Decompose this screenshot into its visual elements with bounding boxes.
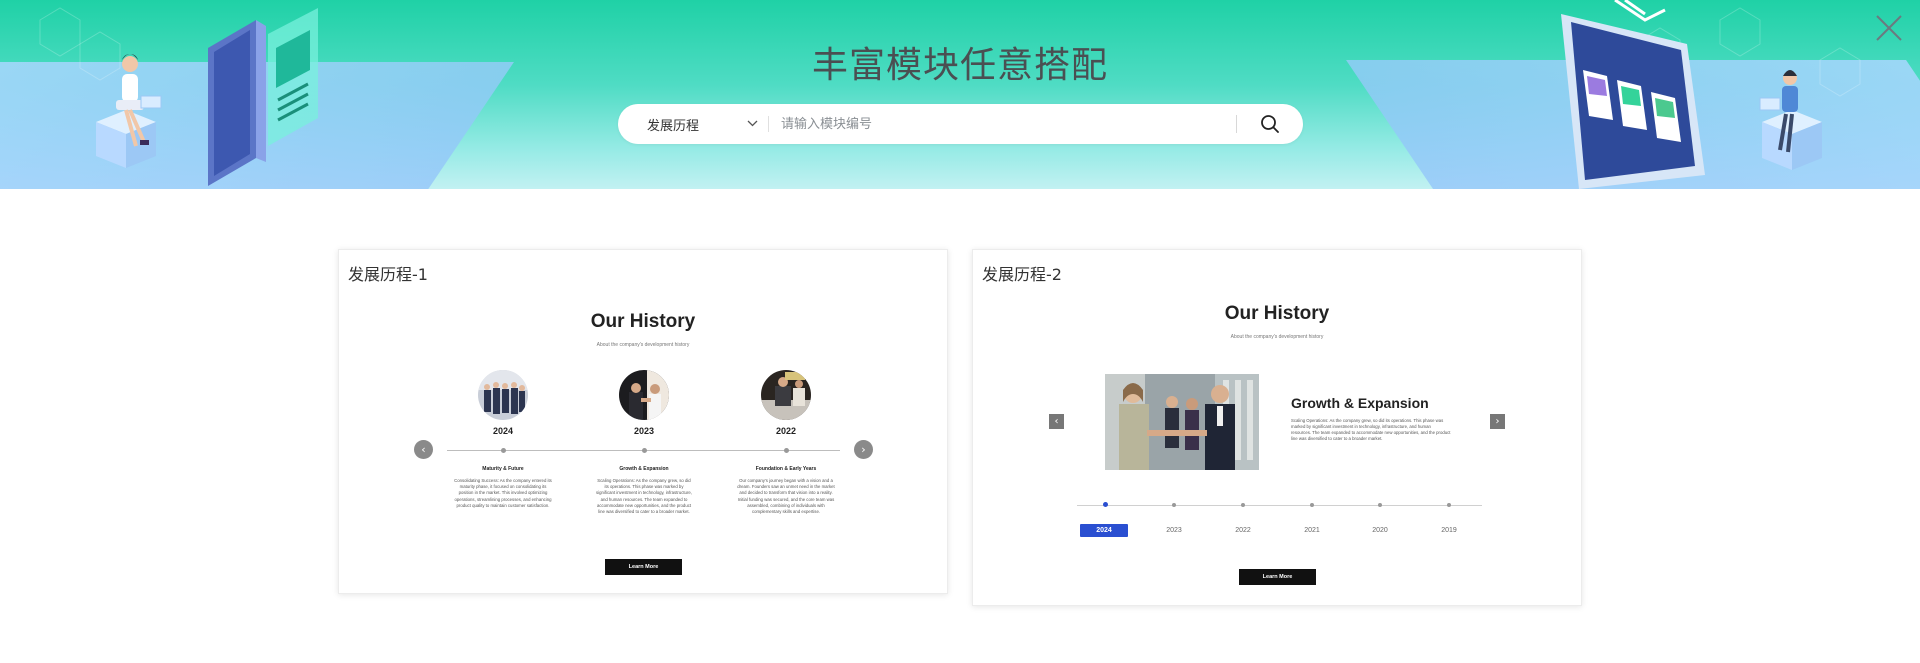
- timeline-dot: [1310, 503, 1314, 507]
- search-divider: [768, 116, 769, 132]
- prev-arrow-button[interactable]: ‹: [1049, 414, 1064, 429]
- history-subtitle: About the company's development history: [1230, 334, 1324, 340]
- search-bar: 发展历程: [618, 104, 1303, 144]
- year-tab[interactable]: 2021: [1288, 524, 1336, 537]
- chevron-down-icon: [747, 120, 758, 127]
- module-card-2[interactable]: 发展历程-2 Our History About the company's d…: [972, 249, 1582, 606]
- timeline-dot: [1378, 503, 1382, 507]
- module-number-input[interactable]: [781, 110, 1281, 138]
- next-arrow-button[interactable]: ›: [854, 440, 873, 459]
- card-label: 发展历程-1: [348, 265, 428, 284]
- learn-more-button[interactable]: Learn More: [1239, 569, 1316, 585]
- milestone-heading: Growth & Expansion: [1291, 395, 1429, 411]
- team-photo-2023: [619, 370, 669, 420]
- timeline-year: 2023: [633, 426, 655, 436]
- learn-more-button[interactable]: Learn More: [605, 559, 682, 575]
- team-photo-2024: [478, 370, 528, 420]
- timeline-year: 2022: [775, 426, 797, 436]
- category-select[interactable]: 发展历程: [618, 104, 768, 144]
- category-select-value: 发展历程: [647, 119, 700, 134]
- next-arrow-button[interactable]: ›: [1490, 414, 1505, 429]
- prev-arrow-button[interactable]: ‹: [414, 440, 433, 459]
- milestone-description: Our company's journey began with a visio…: [737, 478, 835, 515]
- banner: 丰富模块任意搭配 发展历程: [0, 0, 1920, 189]
- close-icon[interactable]: [1874, 13, 1904, 43]
- year-tab[interactable]: 2019: [1425, 524, 1473, 537]
- monitor-illustration: [1561, 0, 1705, 189]
- timeline-year: 2024: [492, 426, 514, 436]
- year-tab[interactable]: 2022: [1219, 524, 1267, 537]
- milestone-title: Growth & Expansion: [619, 466, 669, 472]
- team-photo-2022: [761, 370, 811, 420]
- search-icon[interactable]: [1258, 112, 1282, 136]
- timeline-dot: [642, 448, 647, 453]
- milestone-description: Consolidating Success: As the company en…: [454, 478, 552, 508]
- card-label: 发展历程-2: [982, 265, 1062, 284]
- year-tab[interactable]: 2023: [1150, 524, 1198, 537]
- milestone-description: Scaling Operations: As the company grew,…: [1291, 418, 1451, 441]
- history-subtitle: About the company's development history: [596, 342, 690, 348]
- year-tab-active[interactable]: 2024: [1080, 524, 1128, 537]
- module-card-1[interactable]: 发展历程-1 Our History About the company's d…: [338, 249, 948, 594]
- timeline-line: [1077, 505, 1482, 506]
- timeline-dot: [1447, 503, 1451, 507]
- timeline-dot-active: [1103, 502, 1108, 507]
- timeline-dot: [1172, 503, 1176, 507]
- phone-panels-illustration: [208, 8, 318, 186]
- timeline-dot: [784, 448, 789, 453]
- handshake-photo: [1105, 374, 1259, 470]
- history-title: Our History: [590, 311, 696, 332]
- year-tab[interactable]: 2020: [1356, 524, 1404, 537]
- history-title: Our History: [1224, 303, 1330, 324]
- banner-title: 丰富模块任意搭配: [811, 45, 1108, 86]
- milestone-description: Scaling Operations: As the company grew,…: [596, 478, 692, 515]
- timeline-dot: [1241, 503, 1245, 507]
- milestone-title: Maturity & Future: [482, 466, 524, 472]
- search-button-divider: [1236, 115, 1237, 133]
- timeline-dot: [501, 448, 506, 453]
- milestone-title: Foundation & Early Years: [755, 466, 817, 472]
